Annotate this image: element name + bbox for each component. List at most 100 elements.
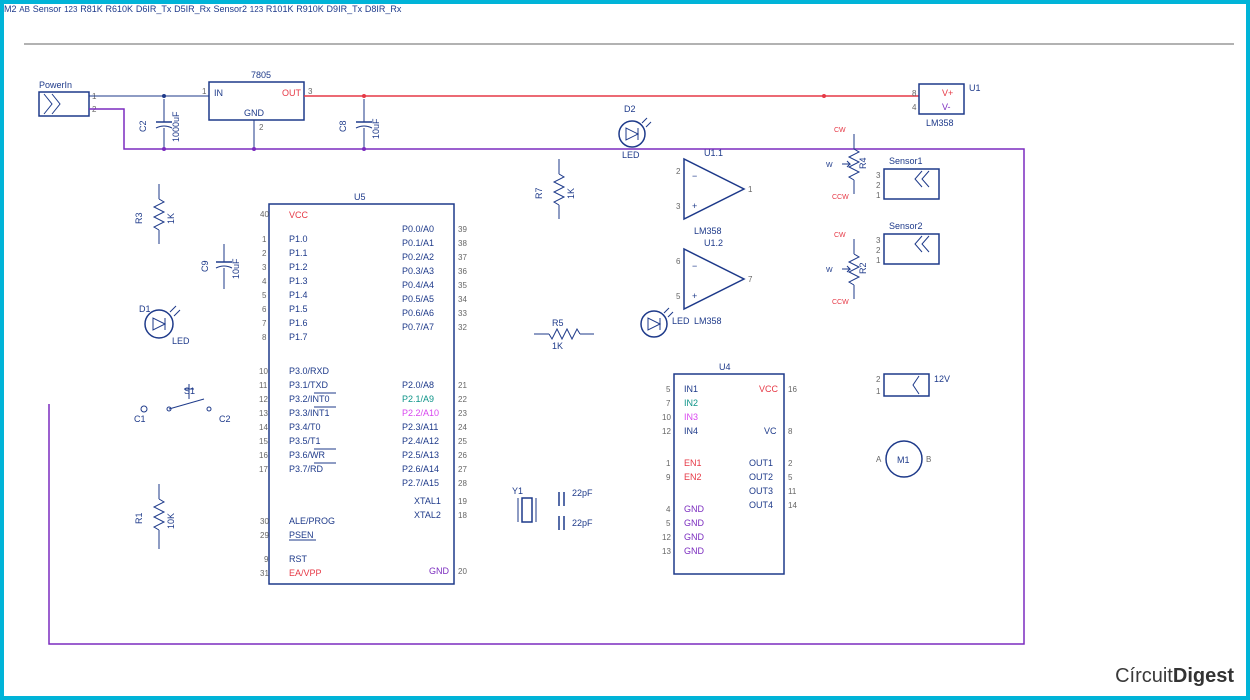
svg-text:14: 14 <box>259 423 268 432</box>
svg-text:10uF: 10uF <box>371 118 381 139</box>
svg-text:4: 4 <box>262 277 267 286</box>
connector-sensor2: Sensor2 321 <box>876 221 939 265</box>
svg-text:+: + <box>692 291 697 301</box>
svg-text:LM358: LM358 <box>694 226 722 236</box>
svg-text:4: 4 <box>912 103 917 112</box>
svg-text:P0.2/A2: P0.2/A2 <box>402 252 434 262</box>
svg-text:16: 16 <box>788 385 797 394</box>
connector-12v: 12V 21 <box>876 374 950 396</box>
svg-text:23: 23 <box>458 409 467 418</box>
schematic-canvas: PowerIn 12 7805 IN OUT GND 132 C2 1000uF… <box>4 4 1246 666</box>
motor-driver-u4: U4 IN15 IN27 IN310 IN412 VCC16 VC8 EN11 … <box>662 362 797 574</box>
svg-text:P2.5/A13: P2.5/A13 <box>402 450 439 460</box>
svg-text:OUT: OUT <box>282 88 302 98</box>
svg-text:P2.4/A12: P2.4/A12 <box>402 436 439 446</box>
svg-text:19: 19 <box>458 497 467 506</box>
svg-text:29: 29 <box>260 531 269 540</box>
svg-text:P0.6/A6: P0.6/A6 <box>402 308 434 318</box>
svg-text:7805: 7805 <box>251 70 271 80</box>
svg-text:2: 2 <box>259 123 264 132</box>
svg-text:7: 7 <box>666 399 671 408</box>
svg-text:Y1: Y1 <box>512 486 523 496</box>
svg-text:RST: RST <box>289 554 308 564</box>
svg-text:V-: V- <box>942 102 951 112</box>
svg-text:P0.1/A1: P0.1/A1 <box>402 238 434 248</box>
svg-text:20: 20 <box>458 567 467 576</box>
svg-text:P1.6: P1.6 <box>289 318 308 328</box>
svg-text:U4: U4 <box>719 362 731 372</box>
svg-text:8: 8 <box>262 333 267 342</box>
svg-text:12: 12 <box>662 427 671 436</box>
svg-text:S1: S1 <box>184 386 195 396</box>
svg-text:28: 28 <box>458 479 467 488</box>
svg-text:21: 21 <box>458 381 467 390</box>
svg-text:P3.1/TXD: P3.1/TXD <box>289 380 329 390</box>
svg-text:9: 9 <box>264 555 269 564</box>
svg-text:CW: CW <box>834 127 846 134</box>
pot-r4: R4 CW W CCW <box>826 127 868 201</box>
svg-text:C1: C1 <box>134 414 146 424</box>
opamp-power-u1: U1 V+8 V-4 LM358 <box>912 83 981 128</box>
svg-text:1: 1 <box>876 191 881 200</box>
svg-text:34: 34 <box>458 295 467 304</box>
svg-text:LM358: LM358 <box>926 118 954 128</box>
svg-text:W: W <box>826 267 833 274</box>
svg-text:5: 5 <box>666 519 671 528</box>
svg-text:GND: GND <box>684 532 705 542</box>
svg-text:LED: LED <box>622 150 640 160</box>
svg-text:1: 1 <box>876 256 881 265</box>
svg-text:P3.5/T1: P3.5/T1 <box>289 436 321 446</box>
svg-text:33: 33 <box>458 309 467 318</box>
svg-text:17: 17 <box>259 465 268 474</box>
svg-text:VCC: VCC <box>289 210 309 220</box>
svg-text:CCW: CCW <box>832 194 849 201</box>
svg-text:C8: C8 <box>338 120 348 132</box>
svg-text:OUT4: OUT4 <box>749 500 773 510</box>
svg-text:P1.5: P1.5 <box>289 304 308 314</box>
svg-text:5: 5 <box>788 473 793 482</box>
pot-r2: R2 CWWCCW <box>826 232 868 306</box>
svg-text:39: 39 <box>458 225 467 234</box>
svg-text:C2: C2 <box>219 414 231 424</box>
svg-text:2: 2 <box>876 181 881 190</box>
svg-text:W: W <box>826 162 833 169</box>
led-d1: D1LED <box>139 304 190 346</box>
svg-text:P1.3: P1.3 <box>289 276 308 286</box>
switch-s1: S1 C1 C2 <box>134 384 231 424</box>
svg-text:−: − <box>692 171 697 181</box>
svg-text:GND: GND <box>684 504 705 514</box>
svg-text:P3.2/INT0: P3.2/INT0 <box>289 394 330 404</box>
svg-text:3: 3 <box>876 171 881 180</box>
svg-text:27: 27 <box>458 465 467 474</box>
svg-text:GND: GND <box>244 108 265 118</box>
svg-text:B: B <box>926 455 931 464</box>
svg-text:10: 10 <box>662 413 671 422</box>
svg-text:M1: M1 <box>897 455 910 465</box>
svg-text:11: 11 <box>259 381 268 390</box>
opamp-u1-1: −+ U1.1LM358 231 <box>676 148 753 236</box>
svg-text:C9: C9 <box>200 260 210 272</box>
svg-text:R4: R4 <box>858 157 868 169</box>
power-in-connector: PowerIn 12 <box>39 80 97 116</box>
svg-text:P2.7/A15: P2.7/A15 <box>402 478 439 488</box>
resistor-r5: R51K <box>534 318 594 351</box>
svg-text:P1.4: P1.4 <box>289 290 308 300</box>
svg-text:D2: D2 <box>624 104 636 114</box>
svg-text:LM358: LM358 <box>694 316 722 326</box>
svg-text:24: 24 <box>458 423 467 432</box>
svg-text:22: 22 <box>458 395 467 404</box>
led-d2: D2 LED <box>619 104 651 160</box>
svg-text:10: 10 <box>259 367 268 376</box>
svg-text:22pF: 22pF <box>572 518 593 528</box>
svg-text:40: 40 <box>260 210 269 219</box>
svg-text:6: 6 <box>262 305 267 314</box>
svg-text:2: 2 <box>676 167 681 176</box>
svg-text:GND: GND <box>684 518 705 528</box>
connector-sensor1: Sensor1 321 <box>876 156 939 200</box>
svg-text:P1.0: P1.0 <box>289 234 308 244</box>
svg-text:8: 8 <box>788 427 793 436</box>
svg-text:VCC: VCC <box>759 384 779 394</box>
svg-text:GND: GND <box>684 546 705 556</box>
svg-text:−: − <box>692 261 697 271</box>
svg-text:U5: U5 <box>354 192 366 202</box>
